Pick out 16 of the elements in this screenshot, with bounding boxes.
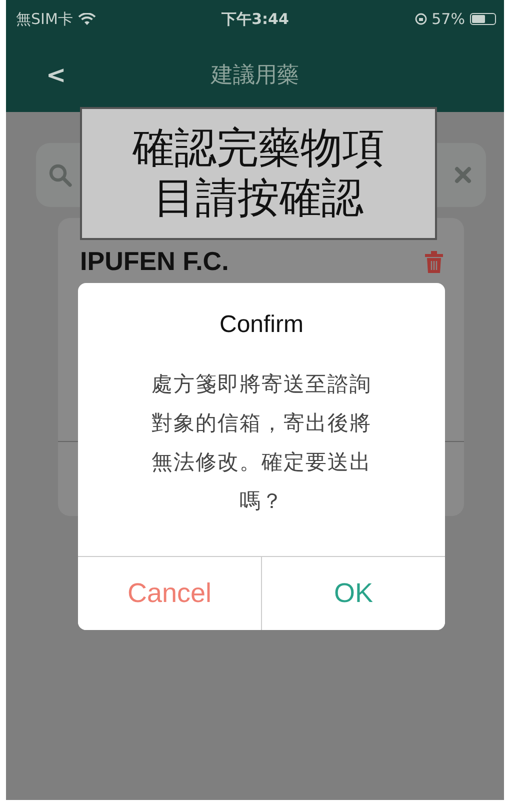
dialog-message: 處方箋即將寄送至諮詢對象的信箱，寄出後將無法修改。確定要送出嗎？ — [150, 371, 372, 515]
dialog-title: Confirm — [218, 311, 304, 339]
status-time: 下午3:44 — [222, 10, 289, 28]
wifi-icon — [78, 12, 96, 26]
battery-percent: 57% — [432, 10, 465, 28]
battery-icon — [470, 13, 496, 25]
search-icon — [48, 163, 72, 187]
page-title: 建議用藥 — [211, 62, 299, 90]
back-button[interactable]: < — [36, 61, 76, 89]
ok-button[interactable]: OK — [261, 557, 445, 630]
rotation-lock-icon — [414, 13, 427, 25]
clear-icon — [454, 166, 472, 184]
instruction-tooltip: 確認完藥物項目請按確認 — [80, 107, 437, 240]
medication-name: IPUFEN F.C. — [80, 246, 229, 277]
trash-icon[interactable] — [424, 250, 444, 272]
carrier-label: 無SIM卡 — [16, 10, 73, 28]
